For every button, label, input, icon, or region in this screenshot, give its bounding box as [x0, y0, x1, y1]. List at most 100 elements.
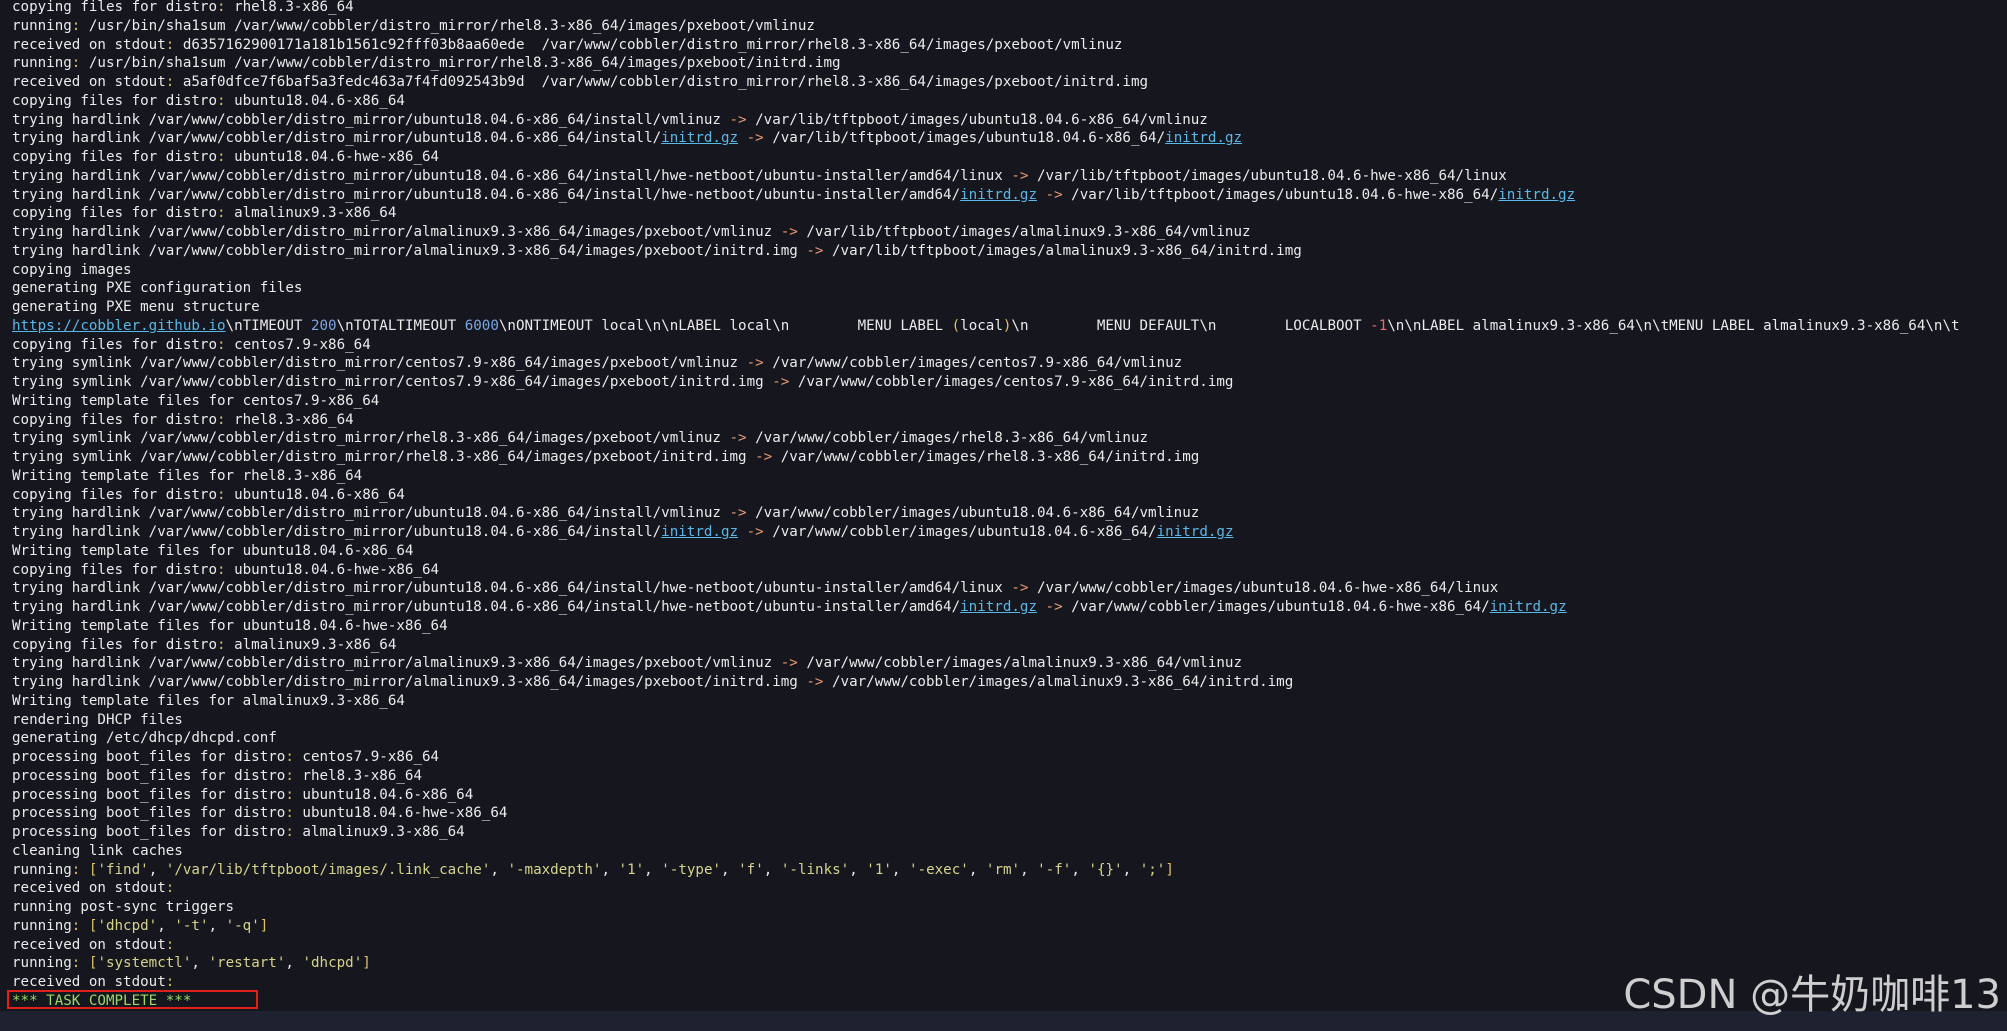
terminal-line: copying files for distro: centos7.9-x86_…	[12, 336, 2007, 355]
terminal-string-text: '-f'	[1037, 861, 1072, 878]
terminal-arrow-text: ->	[746, 130, 764, 147]
terminal-text: local	[960, 317, 1003, 334]
terminal-text: /var/lib/tftpboot/images/almalinux9.3-x8…	[797, 224, 1251, 240]
terminal-text: /var/www/cobbler/images/centos7.9-x86_64…	[763, 355, 1183, 372]
terminal-punctuation-text: :	[285, 767, 294, 784]
terminal-text: copying files for distro	[12, 561, 217, 578]
terminal-arrow-text: ->	[1045, 599, 1063, 615]
terminal-link-text[interactable]: initrd.gz	[661, 524, 738, 540]
terminal-text: trying hardlink /var/www/cobbler/distro_…	[12, 186, 961, 203]
terminal-line: trying symlink /var/www/cobbler/distro_m…	[12, 448, 2007, 467]
terminal-arrow-text: ->	[772, 374, 790, 390]
terminal-line: trying hardlink /var/www/cobbler/distro_…	[12, 598, 2007, 617]
terminal-line: copying files for distro: ubuntu18.04.6-…	[12, 561, 2007, 580]
terminal-arrow-text: ->	[729, 111, 747, 128]
terminal-link-text[interactable]: initrd.gz	[1498, 187, 1575, 203]
terminal-string-text: '-type'	[661, 861, 722, 878]
terminal-link-text[interactable]: initrd.gz	[1157, 524, 1234, 540]
terminal-punctuation-text: :	[165, 36, 175, 53]
terminal-text: trying hardlink /var/www/cobbler/distro_…	[12, 674, 807, 690]
terminal-text: /var/www/cobbler/images/rhel8.3-x86_64/i…	[772, 449, 1200, 465]
terminal-string-text: '-q'	[225, 917, 260, 934]
terminal-link-text[interactable]: initrd.gz	[661, 130, 738, 146]
terminal-text: received on stdout	[12, 936, 166, 953]
terminal-link-text[interactable]: initrd.gz	[960, 187, 1037, 203]
terminal-text: ,	[285, 955, 303, 972]
terminal-string-text: 'dhcpd'	[97, 917, 158, 934]
terminal-text: processing boot_files for distro	[12, 805, 286, 822]
terminal-string-text: '{}'	[1088, 861, 1123, 878]
terminal-line: processing boot_files for distro: ubuntu…	[12, 804, 2007, 823]
terminal-text: received on stdout	[12, 36, 166, 53]
terminal-punctuation-text: ]	[1165, 861, 1174, 878]
terminal-arrow-text: ->	[1045, 186, 1063, 203]
terminal-text: trying symlink /var/www/cobbler/distro_m…	[12, 430, 730, 447]
terminal-text: ,	[1071, 861, 1089, 878]
task-complete-highlight-box	[7, 990, 258, 1009]
terminal-line: copying images	[12, 261, 2007, 280]
terminal-text: running	[12, 55, 72, 72]
terminal-line: processing boot_files for distro: almali…	[12, 823, 2007, 842]
terminal-text: ,	[601, 861, 619, 878]
terminal-text: copying files for distro	[12, 411, 217, 428]
terminal-link-text[interactable]: initrd.gz	[1165, 130, 1242, 146]
terminal-arrow-text: ->	[746, 355, 764, 372]
terminal-text: /var/lib/tftpboot/images/ubuntu18.04.6-x…	[746, 111, 1208, 128]
terminal-line: trying hardlink /var/www/cobbler/distro_…	[12, 523, 2007, 542]
terminal-line: trying hardlink /var/www/cobbler/distro_…	[12, 242, 2007, 261]
terminal-window[interactable]: copying files for distro: rhel8.3-x86_64…	[0, 0, 2007, 1031]
terminal-string-text: 'find'	[97, 861, 149, 878]
terminal-punctuation-text: :	[165, 974, 175, 990]
terminal-line: trying hardlink /var/www/cobbler/distro_…	[12, 186, 2007, 205]
terminal-line: trying symlink /var/www/cobbler/distro_m…	[12, 354, 2007, 373]
terminal-arrow-text: ->	[729, 505, 747, 522]
terminal-text: rendering DHCP files	[12, 711, 183, 728]
terminal-text: generating /etc/dhcp/dhcpd.conf	[12, 730, 277, 747]
terminal-line: copying files for distro: ubuntu18.04.6-…	[12, 148, 2007, 167]
terminal-line: trying hardlink /var/www/cobbler/distro_…	[12, 111, 2007, 130]
terminal-line: https://cobbler.github.io\nTIMEOUT 200\n…	[12, 317, 2007, 336]
terminal-string-text: '-t'	[174, 917, 209, 934]
terminal-text: trying symlink /var/www/cobbler/distro_m…	[12, 374, 773, 390]
terminal-text: trying hardlink /var/www/cobbler/distro_…	[12, 655, 781, 672]
terminal-text: ubuntu18.04.6-hwe-x86_64	[293, 805, 508, 822]
terminal-text: ubuntu18.04.6-x86_64	[225, 486, 405, 503]
terminal-line: trying hardlink /var/www/cobbler/distro_…	[12, 167, 2007, 186]
terminal-text: /var/www/cobbler/images/rhel8.3-x86_64/v…	[746, 430, 1149, 447]
terminal-text: processing boot_files for distro	[12, 824, 286, 840]
terminal-line: running: ['dhcpd', '-t', '-q']	[12, 917, 2007, 936]
terminal-link-text[interactable]: initrd.gz	[1490, 599, 1567, 615]
terminal-punctuation-text: (	[951, 317, 961, 334]
terminal-text: copying files for distro	[12, 486, 217, 503]
terminal-string-text: '-links'	[780, 861, 850, 878]
terminal-link-text[interactable]: initrd.gz	[960, 599, 1037, 615]
terminal-text: almalinux9.3-x86_64	[293, 824, 465, 840]
terminal-text: rhel8.3-x86_64	[225, 411, 354, 428]
terminal-string-text: '/var/lib/tftpboot/images/.link_cache'	[165, 861, 491, 878]
terminal-link-text[interactable]: https://cobbler.github.io	[12, 318, 226, 334]
terminal-text: /usr/bin/sha1sum /var/www/cobbler/distro…	[80, 17, 815, 34]
terminal-string-text: '1'	[618, 861, 645, 878]
terminal-string-text: 'dhcpd'	[302, 955, 363, 972]
terminal-text: running	[12, 955, 72, 972]
terminal-line: Writing template files for centos7.9-x86…	[12, 392, 2007, 411]
terminal-punctuation-text: :	[217, 636, 226, 653]
terminal-text: ,	[191, 955, 209, 972]
terminal-punctuation-text: :	[285, 824, 294, 840]
terminal-text: ,	[1020, 861, 1038, 878]
terminal-arrow-text: ->	[780, 655, 798, 672]
terminal-text: ,	[721, 861, 739, 878]
terminal-text: /var/lib/tftpboot/images/almalinux9.3-x8…	[823, 242, 1302, 259]
terminal-line: rendering DHCP files	[12, 711, 2007, 730]
terminal-text: \nTIMEOUT	[225, 317, 311, 334]
terminal-line: copying files for distro: almalinux9.3-x…	[12, 204, 2007, 223]
terminal-punctuation-text: :	[285, 749, 294, 765]
terminal-text: ,	[763, 861, 781, 878]
terminal-text: processing boot_files for distro	[12, 767, 286, 784]
